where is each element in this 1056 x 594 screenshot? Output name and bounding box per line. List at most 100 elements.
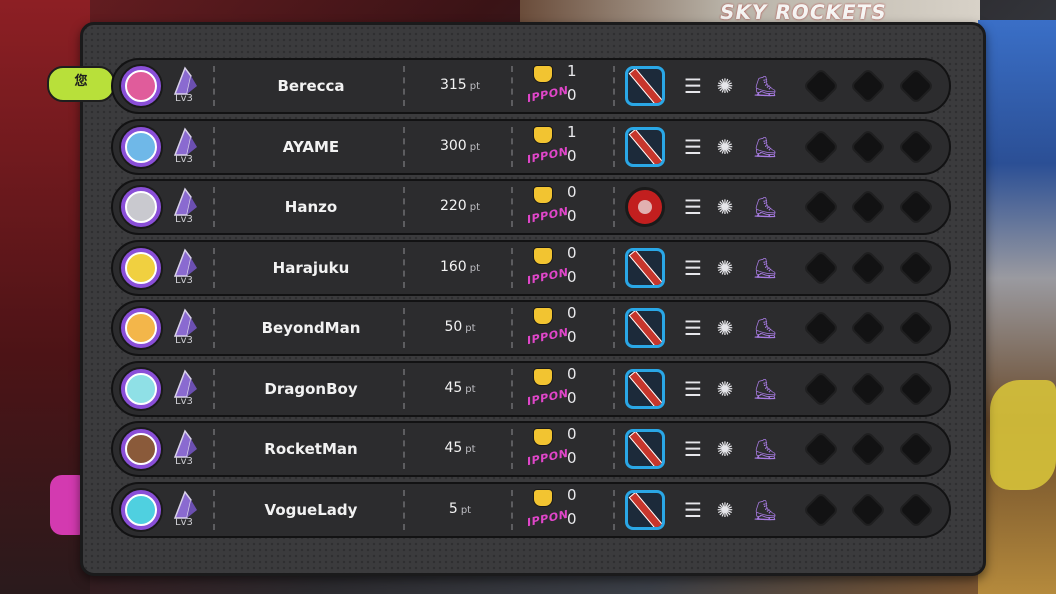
points-value: 5 — [448, 500, 458, 517]
ippon-label: IPPON — [527, 265, 569, 287]
medal-stats: IPPON 0 0 — [517, 423, 613, 475]
bat-icon — [625, 368, 665, 409]
player-points: 220 pt — [407, 181, 513, 233]
empty-item-slot — [849, 128, 887, 165]
points-unit: pt — [469, 202, 480, 213]
dash-skill-icon: ☰ — [684, 195, 702, 219]
ippon-count: 0 — [567, 146, 577, 165]
empty-item-slot — [802, 309, 840, 347]
player-row[interactable]: Lv3 AYAME 300 pt IPPON 1 0 ☰ ✺ ⛸ — [111, 118, 951, 175]
level-text: Lv3 — [175, 456, 193, 467]
bat-icon — [625, 247, 665, 288]
points-value: 45 — [444, 440, 463, 456]
medal-count: 0 — [567, 485, 577, 504]
boot-skill-icon: ⛸ — [752, 255, 778, 280]
divider — [511, 126, 513, 167]
ninja-hat-icon — [173, 489, 197, 519]
empty-item-slot — [849, 430, 887, 468]
player-avatar — [119, 487, 163, 532]
medal-icon — [533, 65, 553, 83]
level-text: Lv3 — [175, 274, 193, 286]
player-row[interactable]: Lv3 RocketMan 45 pt IPPON 0 0 ☰ ✺ ⛸ — [111, 421, 951, 477]
ninja-hat-icon — [173, 247, 197, 277]
level-badge: Lv3 — [169, 308, 209, 352]
medal-stats: IPPON 0 0 — [517, 181, 613, 233]
points-value: 45 — [444, 379, 463, 396]
divider — [613, 308, 615, 348]
medal-icon — [533, 186, 553, 204]
medal-stats: IPPON 0 0 — [517, 302, 613, 354]
level-badge: Lv3 — [169, 368, 209, 413]
medal-icon — [533, 428, 553, 446]
divider — [213, 66, 215, 106]
points-unit: pt — [469, 262, 480, 274]
medal-stats: IPPON 0 0 — [517, 242, 613, 294]
level-text: Lv3 — [175, 93, 193, 104]
empty-item-slot — [849, 67, 887, 105]
empty-item-slot — [849, 249, 887, 286]
points-value: 160 — [439, 258, 467, 275]
medal-count: 1 — [567, 62, 577, 80]
level-text: Lv3 — [175, 516, 193, 528]
ippon-label: IPPON — [527, 204, 569, 227]
level-badge: Lv3 — [169, 489, 209, 534]
empty-item-slot — [897, 430, 935, 468]
avatar-face-icon — [125, 251, 157, 284]
level-text: Lv3 — [175, 214, 193, 225]
boot-skill-icon: ⛸ — [752, 437, 778, 461]
points-unit: pt — [465, 323, 476, 334]
player-row[interactable]: Lv3 BeyondMan 50 pt IPPON 0 0 ☰ ✺ ⛸ — [111, 300, 951, 356]
boot-skill-icon: ⛸ — [752, 74, 778, 98]
player-row[interactable]: Lv3 Berecca 315 pt IPPON 1 0 ☰ ✺ ⛸ — [111, 58, 951, 114]
points-unit: pt — [460, 504, 472, 516]
points-value: 50 — [444, 319, 463, 335]
empty-item-slot — [802, 249, 840, 286]
empty-item-slot — [849, 309, 887, 347]
player-row[interactable]: Lv3 VogueLady 5 pt IPPON 0 0 ☰ ✺ ⛸ — [111, 481, 951, 538]
player-row[interactable]: Lv3 Harajuku 160 pt IPPON 0 0 ☰ ✺ ⛸ — [111, 239, 951, 296]
whirlwind-skill-icon: ✺ — [716, 316, 734, 340]
dash-skill-icon: ☰ — [684, 437, 702, 461]
player-avatar — [119, 64, 163, 108]
points-unit: pt — [465, 444, 476, 455]
player-row[interactable]: Lv3 DragonBoy 45 pt IPPON 0 0 ☰ ✺ ⛸ — [111, 360, 951, 417]
level-badge: Lv3 — [169, 126, 209, 171]
ippon-count: 0 — [567, 449, 577, 467]
empty-item-slot — [802, 370, 840, 407]
empty-item-slot — [897, 309, 935, 347]
divider — [403, 368, 405, 409]
ippon-count: 0 — [567, 207, 577, 225]
player-points: 5 pt — [407, 484, 513, 536]
boot-skill-icon: ⛸ — [752, 497, 778, 522]
player-points: 45 pt — [407, 363, 513, 415]
divider — [613, 368, 615, 409]
empty-item-slot — [849, 188, 887, 226]
background-sign: SKY ROCKETS — [717, 0, 889, 24]
avatar-face-icon — [125, 372, 157, 405]
empty-item-slot — [897, 128, 935, 165]
bat-icon — [625, 66, 665, 106]
ippon-count: 0 — [567, 267, 577, 286]
background-right — [978, 20, 1056, 594]
ippon-label: IPPON — [527, 83, 569, 106]
ippon-count: 0 — [567, 86, 577, 104]
divider — [511, 368, 513, 409]
divider — [511, 187, 513, 227]
avatar-face-icon — [125, 312, 157, 344]
player-avatar — [119, 366, 163, 411]
ninja-hat-icon — [173, 368, 197, 398]
medal-icon — [533, 488, 553, 507]
ninja-hat-icon — [173, 187, 197, 216]
player-name: RocketMan — [264, 440, 358, 458]
divider — [403, 66, 405, 106]
boot-skill-icon: ⛸ — [752, 376, 778, 401]
avatar-face-icon — [125, 493, 157, 526]
empty-item-slot — [849, 491, 887, 528]
bat-icon — [625, 126, 665, 167]
avatar-face-icon — [125, 191, 157, 223]
player-row[interactable]: Lv3 Hanzo 220 pt IPPON 0 0 ☰ ✺ ⛸ — [111, 179, 951, 235]
dash-skill-icon: ☰ — [684, 497, 702, 522]
medal-stats: IPPON 0 0 — [517, 484, 613, 536]
medal-count: 0 — [567, 364, 577, 383]
dash-skill-icon: ☰ — [684, 74, 702, 98]
